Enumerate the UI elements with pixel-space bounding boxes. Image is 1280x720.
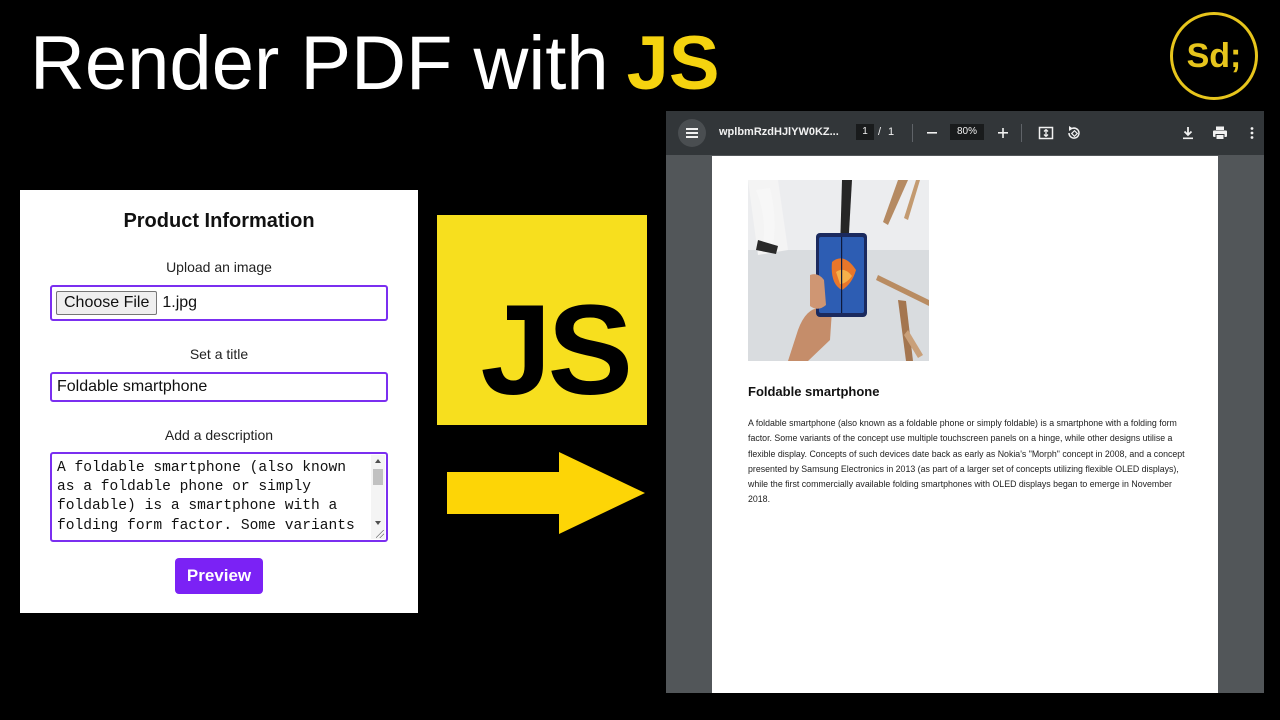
pdf-toolbar: wplbmRzdHJlYW0KZ... 1 / 1 80% (666, 111, 1264, 155)
resize-grip-icon[interactable] (376, 530, 384, 538)
page-separator: / (878, 126, 882, 138)
scroll-thumb[interactable] (373, 469, 383, 485)
javascript-logo: JS (437, 215, 647, 425)
pdf-document-title: Foldable smartphone (748, 384, 880, 399)
print-icon[interactable] (1210, 123, 1230, 143)
description-text: A foldable smartphone (also known as a f… (57, 460, 355, 534)
page-number-input[interactable]: 1 (856, 124, 874, 140)
rotate-icon[interactable] (1064, 123, 1084, 143)
menu-icon[interactable] (678, 119, 706, 147)
headline-text: Render PDF with (30, 21, 609, 106)
product-photo (748, 180, 929, 361)
description-scrollbar[interactable] (371, 455, 385, 539)
pdf-viewer: wplbmRzdHJlYW0KZ... 1 / 1 80% Foldable s… (666, 111, 1264, 693)
title-input[interactable]: Foldable smartphone (50, 372, 388, 402)
title-label: Set a title (189, 346, 249, 362)
total-pages: 1 (888, 126, 895, 138)
file-name: 1.jpg (162, 294, 198, 311)
download-icon[interactable] (1178, 123, 1198, 143)
zoom-out-icon[interactable] (922, 123, 942, 143)
preview-button[interactable]: Preview (175, 558, 263, 594)
zoom-in-icon[interactable] (993, 123, 1013, 143)
pdf-document-body: A foldable smartphone (also known as a f… (748, 418, 1185, 505)
right-arrow-icon (447, 452, 645, 534)
pdf-page: Foldable smartphone A foldable smartphon… (712, 156, 1218, 693)
description-textarea[interactable]: A foldable smartphone (also known as a f… (50, 452, 388, 542)
page-headline: Render PDF with JS (30, 22, 720, 106)
product-form: Product Information Upload an image Choo… (20, 190, 418, 613)
fit-page-icon[interactable] (1036, 123, 1056, 143)
brand-logo: Sd; (1170, 12, 1258, 100)
toolbar-divider (1021, 124, 1022, 142)
form-title: Product Information (123, 210, 315, 232)
pdf-file-name: wplbmRzdHJlYW0KZ... (719, 126, 839, 138)
headline-accent: JS (626, 21, 720, 106)
zoom-level-input[interactable]: 80% (950, 124, 984, 140)
upload-label: Upload an image (166, 259, 272, 275)
scroll-down-icon[interactable] (375, 521, 381, 525)
toolbar-divider (912, 124, 913, 142)
choose-file-button[interactable]: Choose File (56, 291, 158, 315)
javascript-logo-text: JS (480, 279, 633, 422)
scroll-up-icon[interactable] (375, 459, 381, 463)
file-input[interactable]: Choose File 1.jpg (50, 285, 388, 321)
description-label: Add a description (164, 427, 274, 443)
more-icon[interactable] (1242, 123, 1262, 143)
